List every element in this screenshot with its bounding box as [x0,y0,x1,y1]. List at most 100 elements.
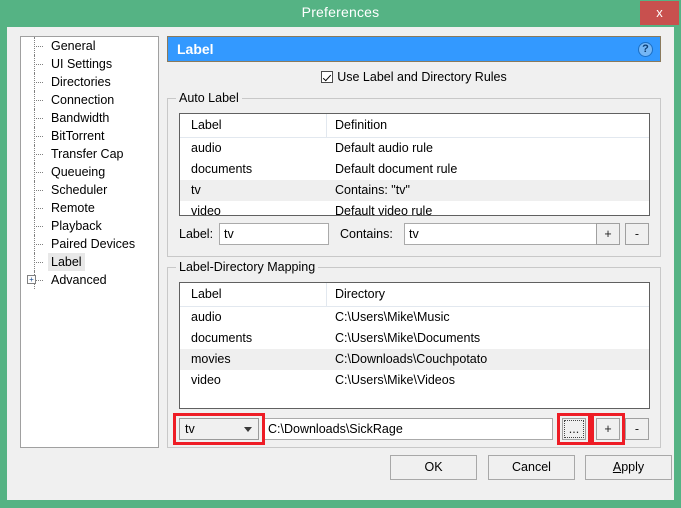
sidebar-item-label: BitTorrent [51,129,105,143]
mapping-browse-button[interactable]: ... [562,418,586,440]
settings-tree[interactable]: General UI Settings Directories Connection B… [20,36,159,448]
sidebar-item-label: UI Settings [51,57,113,71]
cell-directory: C:\Users\Mike\Music [335,310,450,324]
cell-label: audio [191,141,222,155]
column-header-definition[interactable]: Definition [335,118,387,132]
table-row[interactable]: documents Default document rule [180,159,649,180]
sidebar-item-bittorrent[interactable]: BitTorrent [21,127,158,145]
sidebar-item-label: Remote [51,201,95,215]
sidebar-item-bandwidth[interactable]: Bandwidth [21,109,158,127]
auto-label-contains-input[interactable] [404,223,619,245]
tree-tick [34,118,43,119]
mapping-list[interactable]: Label Directory audio C:\Users\Mike\Music… [179,282,650,409]
sidebar-item-general[interactable]: General [21,37,158,55]
mapping-add-button[interactable]: + [596,418,620,440]
tree-tick [34,64,43,65]
sidebar-item-ui-settings[interactable]: UI Settings [21,55,158,73]
auto-label-list[interactable]: Label Definition audio Default audio rule… [179,113,650,216]
auto-label-group: Auto Label Label Definition audio Default… [167,91,661,257]
auto-label-label-caption: Label: [179,227,214,241]
sidebar-item-directories[interactable]: Directories [21,73,158,91]
auto-label-remove-button[interactable]: - [625,223,649,245]
mapping-group-title: Label-Directory Mapping [176,260,319,274]
settings-pane: Label ? Use Label and Directory Rules Au… [167,36,661,448]
table-row[interactable]: video Default video rule [180,201,649,216]
column-header-label[interactable]: Label [191,287,222,301]
tree-tick [34,136,43,137]
sidebar-item-label: Label [48,253,85,271]
column-header-directory[interactable]: Directory [335,287,385,301]
help-icon[interactable]: ? [638,42,653,57]
column-header-label[interactable]: Label [191,118,222,132]
use-rules-checkbox[interactable] [321,71,334,83]
table-row[interactable]: audio C:\Users\Mike\Music [180,307,649,328]
sidebar-item-label: General [51,39,96,53]
mapping-list-header: Label Directory [180,283,649,307]
sidebar-item-label: Directories [51,75,111,89]
title-bar: Preferences x [0,0,681,27]
auto-label-contains-caption: Contains: [340,227,393,241]
cell-label: video [191,373,221,387]
sidebar-item-label[interactable]: Label [21,253,158,271]
auto-label-list-header: Label Definition [180,114,649,138]
sidebar-item-label: Bandwidth [51,111,110,125]
table-row[interactable]: tv Contains: "tv" [180,180,649,201]
ok-button[interactable]: OK [390,455,477,480]
sidebar-item-scheduler[interactable]: Scheduler [21,181,158,199]
tree-tick [34,82,43,83]
window-title: Preferences [301,4,380,20]
tree-tick [34,262,43,263]
cell-directory: C:\Downloads\Couchpotato [335,352,488,366]
sidebar-item-label: Queueing [51,165,106,179]
table-row[interactable]: audio Default audio rule [180,138,649,159]
apply-accel: A [612,460,622,474]
label-directory-mapping-group: Label-Directory Mapping Label Directory … [167,260,661,448]
close-icon[interactable]: x [640,1,679,25]
tree-tick [34,244,43,245]
cell-definition: Default video rule [335,204,433,216]
mapping-label-dropdown[interactable]: tv [179,418,259,440]
cell-label: movies [191,352,231,366]
sidebar-item-label: Paired Devices [51,237,136,251]
apply-button[interactable]: Apply [585,455,672,480]
mapping-remove-button[interactable]: - [625,418,649,440]
sidebar-item-label: Connection [51,93,115,107]
table-row[interactable]: video C:\Users\Mike\Videos [180,370,649,391]
table-row[interactable]: documents C:\Users\Mike\Documents [180,328,649,349]
pane-header: Label ? [167,36,661,62]
cancel-button[interactable]: Cancel [488,455,575,480]
auto-label-label-input[interactable] [219,223,329,245]
sidebar-item-paired-devices[interactable]: Paired Devices [21,235,158,253]
expand-plus-icon[interactable]: + [27,275,36,284]
use-rules-row[interactable]: Use Label and Directory Rules [167,70,661,84]
tree-tick [34,208,43,209]
auto-label-add-button[interactable]: + [596,223,620,245]
tree-tick [34,226,43,227]
sidebar-item-queueing[interactable]: Queueing [21,163,158,181]
sidebar-item-playback[interactable]: Playback [21,217,158,235]
client-area: General UI Settings Directories Connection B… [7,27,674,500]
tree-tick [34,46,43,47]
sidebar-item-advanced[interactable]: + Advanced [21,271,158,289]
sidebar-item-label: Scheduler [51,183,108,197]
sidebar-item-connection[interactable]: Connection [21,91,158,109]
cell-directory: C:\Users\Mike\Videos [335,373,455,387]
dialog-button-bar: OK Cancel Apply [7,455,674,500]
auto-label-group-title: Auto Label [176,91,242,105]
cell-label: documents [191,162,253,176]
tree-tick [34,190,43,191]
tree-tick [34,100,43,101]
cell-directory: C:\Users\Mike\Documents [335,331,481,345]
cell-label: documents [191,331,253,345]
use-rules-label: Use Label and Directory Rules [337,70,507,84]
page-title: Label [177,41,214,57]
cell-label: video [191,204,221,216]
sidebar-item-label: Playback [51,219,102,233]
table-row[interactable]: movies C:\Downloads\Couchpotato [180,349,649,370]
chevron-down-icon [244,427,252,432]
cell-label: tv [191,183,201,197]
sidebar-item-transfer-cap[interactable]: Transfer Cap [21,145,158,163]
sidebar-item-remote[interactable]: Remote [21,199,158,217]
mapping-directory-input[interactable] [263,418,553,440]
cell-definition: Contains: "tv" [335,183,410,197]
